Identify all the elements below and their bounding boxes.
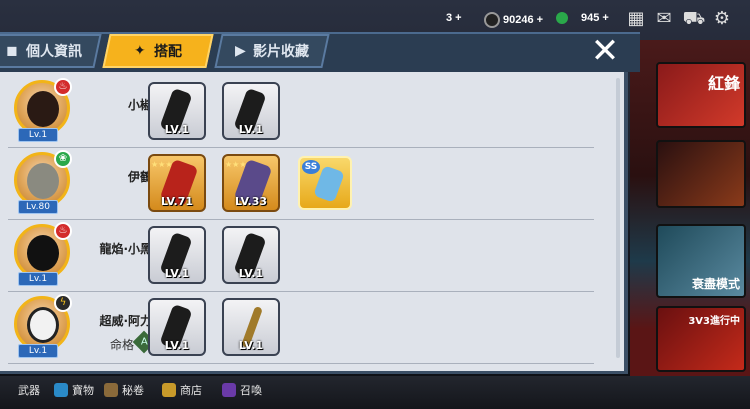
wood-element-icon: ❀ (54, 150, 72, 168)
calendar-icon[interactable]: ▦ (624, 8, 648, 30)
item-level: LV.1 (164, 267, 190, 280)
scroll-icon (104, 383, 118, 397)
thunder-element-icon: ϟ (54, 294, 72, 312)
add-coin-button[interactable]: + (537, 14, 543, 26)
spiral-count: 3 (446, 12, 453, 24)
level-badge: Lv.1 (18, 344, 58, 358)
fire-element-icon: ♨ (54, 78, 72, 96)
fate-badge-text: A (140, 336, 148, 347)
coin-icon (484, 12, 500, 28)
promo-banner-3[interactable]: 衰盡模式 (656, 224, 746, 298)
tab-profile-label: 個人資訊 (25, 44, 82, 60)
character-name: 小椒 (127, 98, 152, 112)
gem-count: 945 (581, 12, 600, 24)
tab-loadout-label: 搭配 (153, 44, 182, 60)
settings-gear-icon[interactable]: ⚙ (710, 8, 734, 30)
fate-label: 命格 (109, 338, 134, 352)
shop-cart-icon[interactable]: ⛟ (682, 8, 706, 30)
treasure-icon (54, 383, 68, 397)
add-spiral-button[interactable]: + (455, 12, 461, 24)
star-rating-icon: ★★★★ (225, 160, 254, 169)
coin-count: 90246 (503, 14, 534, 26)
character-row[interactable]: Lv.1 ♨ 龍焰·小黑 LV.1 LV.1 (8, 220, 594, 292)
gem-icon (556, 12, 568, 24)
play-icon: ▶ (234, 43, 246, 59)
equip-slot[interactable]: LV.1 (148, 226, 206, 284)
equip-slot[interactable]: ★★★★ LV.71 (148, 154, 206, 212)
ss-rank-badge: SS (302, 160, 320, 174)
item-level: LV.1 (238, 339, 264, 352)
scrollbar[interactable] (616, 78, 620, 358)
equip-slot[interactable]: LV.1 (148, 82, 206, 140)
tab-profile[interactable]: ◼ 個人資訊 (0, 34, 102, 68)
nav-treasure-label: 寶物 (72, 384, 94, 397)
shuriken-icon: ✦ (134, 43, 146, 59)
equip-slot[interactable]: LV.1 (222, 298, 280, 356)
nav-weapon-label: 武器 (18, 384, 40, 397)
add-gem-button[interactable]: + (602, 12, 608, 24)
nav-shop-label: 商店 (180, 384, 202, 397)
item-level: LV.1 (164, 339, 190, 352)
promo-2-label: 衰盡模式 (691, 277, 740, 291)
star-rating-icon: ★★★★ (151, 160, 180, 169)
level-badge: Lv.80 (18, 200, 58, 214)
level-badge: Lv.1 (18, 128, 58, 142)
resource-gem[interactable]: 945 + (556, 12, 609, 24)
promo-banner-2[interactable] (656, 140, 746, 208)
item-level: LV.1 (238, 267, 264, 280)
tab-loadout[interactable]: ✦ 搭配 (102, 34, 214, 68)
equip-slot[interactable]: LV.1 (222, 82, 280, 140)
item-level: LV.71 (160, 195, 194, 208)
resource-coin[interactable]: 90246 + (484, 12, 543, 28)
equip-slot[interactable]: SS (298, 156, 352, 210)
item-level: LV.1 (238, 123, 264, 136)
equip-slot[interactable]: LV.1 (148, 298, 206, 356)
equip-slot[interactable]: LV.1 (222, 226, 280, 284)
level-badge: Lv.1 (18, 272, 58, 286)
nav-treasure[interactable]: 寶物 (54, 382, 94, 398)
profile-icon: ◼ (6, 43, 18, 59)
character-row[interactable]: Lv.1 ♨ 小椒 LV.1 LV.1 (8, 76, 594, 148)
nav-summon-label: 召喚 (240, 384, 262, 397)
character-name: 超威·阿力 (99, 314, 152, 328)
mail-icon[interactable]: ✉ (652, 8, 676, 30)
promo-3-label: 3V3進行中 (688, 316, 740, 327)
character-row[interactable]: Lv.80 ❀ 伊鶴 ★★★★ LV.71 ★★★★ LV.33 SS (8, 148, 594, 220)
equip-slot[interactable]: ★★★★ LV.33 (222, 154, 280, 212)
tab-video-collection[interactable]: ▶ 影片收藏 (214, 34, 330, 68)
resource-spiral[interactable]: 3 + (446, 12, 462, 24)
nav-weapon[interactable]: 武器 (18, 382, 40, 398)
tab-video-label: 影片收藏 (253, 44, 310, 60)
item-level: LV.1 (164, 123, 190, 136)
character-name: 龍焰·小黑 (99, 242, 152, 256)
promo-1-label: 紅鋒 (707, 74, 740, 93)
loadout-panel: Lv.1 ♨ 小椒 LV.1 LV.1 Lv.80 ❀ 伊鶴 ★★★★ LV.7… (0, 72, 628, 374)
nav-scroll-label: 秘卷 (122, 384, 144, 397)
shop-icon (162, 383, 176, 397)
nav-shop[interactable]: 商店 (162, 382, 202, 398)
summon-icon (222, 383, 236, 397)
character-row[interactable]: Lv.1 ϟ 超威·阿力 命格 A LV.1 LV.1 (8, 292, 594, 364)
nav-summon[interactable]: 召喚 (222, 382, 262, 398)
fire-element-icon: ♨ (54, 222, 72, 240)
item-level: LV.33 (234, 195, 268, 208)
close-icon[interactable]: ✕ (588, 34, 622, 68)
character-name: 伊鶴 (127, 170, 152, 184)
promo-banner-1[interactable]: 紅鋒 (656, 62, 746, 128)
nav-scroll[interactable]: 秘卷 (104, 382, 144, 398)
promo-banner-4[interactable]: 3V3進行中 (656, 306, 746, 372)
